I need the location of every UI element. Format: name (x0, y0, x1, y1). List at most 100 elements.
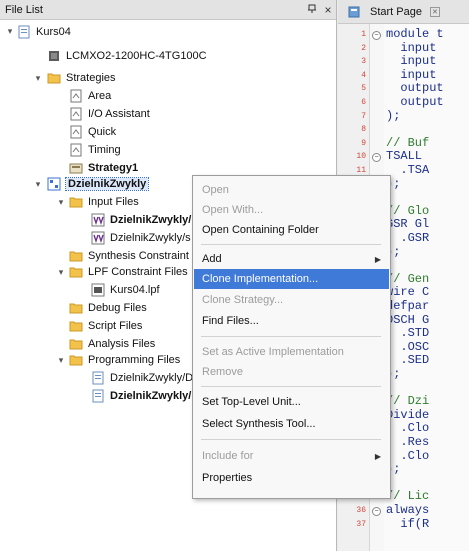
tree-node-implementation[interactable]: DzielnikZwykly (46, 175, 150, 193)
code-line: // Buf (386, 135, 430, 150)
menu-item-select-synthesis-tool[interactable]: Select Synthesis Tool... (194, 414, 389, 434)
tree-node-lpf-files[interactable]: LPF Constraint Files (68, 263, 188, 281)
tree-node-device[interactable]: LCMXO2-1200HC-4TG100C (46, 47, 207, 65)
fold-toggle-icon[interactable]: − (372, 31, 381, 40)
menu-item-set-active-implementation[interactable]: Set as Active Implementation (194, 342, 389, 362)
menu-item-label: Properties (202, 472, 253, 484)
tree-node-strategy-quick[interactable]: Quick (68, 123, 116, 141)
tree-label: LPF Constraint Files (88, 266, 188, 278)
menu-item-include-for[interactable]: Include for ▶ (194, 446, 389, 466)
tree-label: Programming Files (88, 354, 181, 366)
folder-icon (68, 352, 84, 368)
code-line: input (386, 40, 437, 55)
menu-item-open[interactable]: Open (194, 180, 389, 200)
tree-label: Timing (88, 144, 121, 156)
strategy-icon (68, 106, 84, 122)
tree-node-lpf-file[interactable]: Kurs04.lpf (90, 281, 160, 299)
line-number: 6 (361, 98, 366, 107)
chevron-down-icon[interactable]: ▾ (5, 26, 15, 36)
tree-label: Strategy1 (88, 162, 139, 174)
tree-label: I/O Assistant (88, 108, 150, 120)
verilog-file-icon (90, 212, 106, 228)
tree-label: Analysis Files (88, 338, 156, 350)
line-number: 2 (361, 43, 366, 53)
folder-icon (68, 300, 84, 316)
fold-toggle-icon[interactable]: − (372, 153, 381, 163)
code-line: .OSC (386, 339, 430, 354)
tab-start-page[interactable]: Start Page ✕ (346, 4, 440, 20)
code-editor[interactable]: module t input input input output output… (384, 24, 469, 551)
menu-item-label: Open With... (202, 204, 264, 216)
menu-separator (201, 386, 381, 387)
line-number: 7 (361, 111, 366, 121)
menu-item-properties[interactable]: Properties (194, 468, 389, 488)
line-number: 8 (361, 125, 366, 135)
tree-node-debug-files[interactable]: Debug Files (68, 299, 147, 317)
project-icon (16, 24, 32, 40)
menu-item-label: Set Top-Level Unit... (202, 396, 301, 408)
menu-item-open-with[interactable]: Open With... (194, 200, 389, 220)
menu-item-clone-strategy[interactable]: Clone Strategy... (194, 290, 389, 310)
folder-icon (68, 194, 84, 210)
line-number: 11 (356, 166, 366, 175)
code-line: input (386, 67, 437, 82)
tree-node-prog-file-2[interactable]: DzielnikZwykly/ (90, 387, 191, 405)
tab-close-icon[interactable]: ✕ (429, 6, 440, 17)
tree-node-strategy-timing[interactable]: Timing (68, 141, 121, 159)
line-number: 9 (361, 138, 366, 148)
code-line: .STD (386, 326, 430, 341)
menu-separator (201, 244, 381, 245)
tree-label: Synthesis Constraint (88, 250, 189, 262)
context-menu: Open Open With... Open Containing Folder… (192, 175, 391, 499)
code-line: defpar (386, 299, 430, 313)
chevron-down-icon[interactable]: ▾ (56, 355, 66, 365)
code-line: .Res (386, 435, 430, 449)
chevron-down-icon[interactable]: ▾ (56, 267, 66, 277)
menu-item-label: Find Files... (202, 315, 259, 327)
submenu-arrow-icon: ▶ (374, 254, 381, 264)
code-line: // Gen (386, 271, 430, 286)
tree-label: Debug Files (88, 302, 147, 314)
tree-label: Input Files (88, 196, 139, 208)
folder-icon (68, 248, 84, 264)
tree-node-strategy-io[interactable]: I/O Assistant (68, 105, 150, 123)
tree-node-strategies[interactable]: Strategies (46, 69, 116, 87)
close-panel-button[interactable]: × (320, 3, 336, 17)
code-line: input (386, 54, 437, 69)
menu-item-label: Remove (202, 366, 243, 378)
tree-node-project[interactable]: Kurs04 (16, 23, 71, 41)
chevron-down-icon[interactable]: ▾ (33, 73, 43, 83)
tree-label: Kurs04 (36, 26, 71, 38)
tree-label: DzielnikZwykly/D (110, 372, 194, 384)
menu-item-remove[interactable]: Remove (194, 362, 389, 382)
code-line: wire C (386, 285, 430, 300)
tree-node-script-files[interactable]: Script Files (68, 317, 142, 335)
strategy-icon (68, 124, 84, 140)
code-line: GSR Gl (386, 217, 430, 232)
menu-item-open-containing-folder[interactable]: Open Containing Folder (194, 220, 389, 240)
tree-node-input-file-2[interactable]: DzielnikZwykly/s (90, 229, 191, 247)
tree-node-prog-file-1[interactable]: DzielnikZwykly/D (90, 369, 193, 387)
chip-icon (46, 48, 62, 64)
tree-node-programming-files[interactable]: Programming Files (68, 351, 180, 369)
menu-item-set-top-level-unit[interactable]: Set Top-Level Unit... (194, 392, 389, 412)
tree-label: LCMXO2-1200HC-4TG100C (66, 50, 207, 62)
document-icon (90, 388, 106, 404)
code-line: Divide (386, 407, 430, 422)
code-line: if(R (386, 516, 430, 531)
tree-node-strategy-area[interactable]: Area (68, 87, 111, 105)
menu-item-clone-implementation[interactable]: Clone Implementation... (194, 269, 389, 289)
fold-toggle-icon[interactable]: − (372, 507, 381, 516)
menu-item-add[interactable]: Add ▶ (194, 249, 389, 269)
code-line: .GSR (386, 231, 430, 245)
line-number: 3 (361, 57, 366, 67)
line-number: 37 (356, 519, 366, 529)
pin-icon[interactable] (304, 3, 320, 17)
chevron-down-icon[interactable]: ▾ (33, 179, 43, 189)
menu-item-find-files[interactable]: Find Files... (194, 311, 389, 331)
strategy-icon (68, 88, 84, 104)
line-number: 10 (356, 152, 366, 162)
chevron-down-icon[interactable]: ▾ (56, 197, 66, 207)
tree-node-input-files[interactable]: Input Files (68, 193, 139, 211)
tree-node-input-file-1[interactable]: DzielnikZwykly/ (90, 211, 191, 229)
